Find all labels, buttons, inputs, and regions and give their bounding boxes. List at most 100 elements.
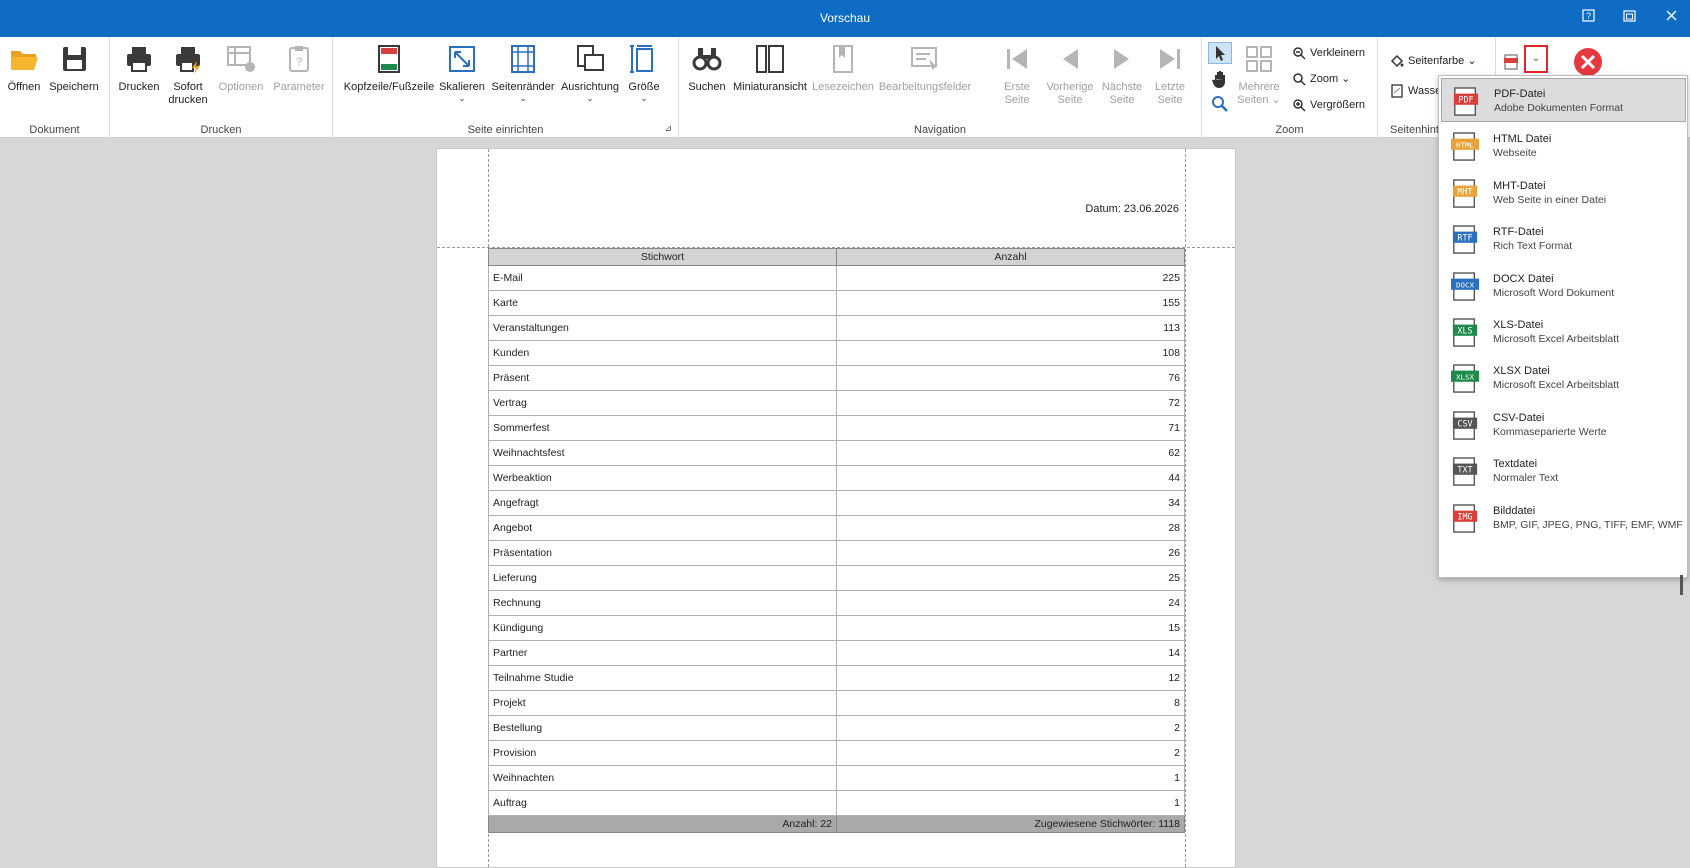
- scrollbar-thumb[interactable]: [1680, 575, 1683, 595]
- table-row: Weihnachten 1: [488, 765, 1185, 791]
- watermark-icon: [1391, 84, 1403, 98]
- count-cell: 8: [836, 690, 1185, 716]
- previous-page-icon: [1063, 49, 1078, 69]
- header-footer-icon: [378, 45, 400, 73]
- rtf-file-icon: RTF: [1452, 225, 1478, 254]
- export-item-xlsx[interactable]: XLSX XLSX Datei Microsoft Excel Arbeitsbla…: [1441, 356, 1686, 400]
- watermark-button[interactable]: Wasse: [1390, 81, 1441, 101]
- count-cell: 12: [836, 665, 1185, 691]
- close-preview-button[interactable]: [1573, 47, 1603, 77]
- previous-page-button[interactable]: Vorherige Seite: [1044, 43, 1096, 107]
- last-page-button[interactable]: Letzte Seite: [1148, 43, 1192, 107]
- count-cell: 28: [836, 515, 1185, 541]
- table-row: Weihnachtsfest 62: [488, 440, 1185, 466]
- export-item-csv[interactable]: CSV CSV-Datei Kommaseparierte Werte: [1441, 403, 1686, 447]
- margin-guide-right: [1185, 149, 1186, 867]
- group-label-zoom: Zoom: [1275, 124, 1304, 136]
- report-table: Stichwort Anzahl E-Mail 225 Karte 155 Verans…: [488, 248, 1185, 833]
- table-row: Sommerfest 71: [488, 415, 1185, 441]
- bookmarks-button[interactable]: Lesezeichen: [812, 43, 874, 94]
- help-icon[interactable]: ?: [1578, 8, 1598, 28]
- export-item-xls[interactable]: XLS XLS-Datei Microsoft Excel Arbeitsblatt: [1441, 310, 1686, 354]
- table-row: Teilnahme Studie 12: [488, 665, 1185, 691]
- group-drucken: Drucken Sofort drucken Optionen ? Parame…: [110, 37, 333, 138]
- pointer-tool-button[interactable]: [1208, 42, 1232, 64]
- keyword-cell: Partner: [488, 640, 837, 666]
- print-button[interactable]: Drucken: [116, 43, 162, 94]
- count-cell: 14: [836, 640, 1185, 666]
- xlsx-file-icon: XLSX: [1451, 364, 1479, 394]
- export-item-pdf[interactable]: PDF PDF-Datei Adobe Dokumenten Format: [1441, 78, 1686, 122]
- keyword-cell: Bestellung: [488, 715, 837, 741]
- header-footer-button[interactable]: Kopfzeile/Fußzeile: [343, 43, 435, 94]
- next-page-button[interactable]: Nächste Seite: [1099, 43, 1145, 107]
- chevron-down-icon: ⌄: [640, 93, 648, 103]
- keyword-cell: Präsent: [488, 365, 837, 391]
- keyword-cell: Projekt: [488, 690, 837, 716]
- page-color-button[interactable]: Seitenfarbe ⌄: [1390, 51, 1477, 71]
- save-button[interactable]: Speichern: [48, 43, 100, 94]
- export-item-txt[interactable]: TXT Textdatei Normaler Text: [1441, 449, 1686, 493]
- paint-bucket-icon: [1390, 55, 1404, 68]
- mht-file-icon: MHT: [1452, 179, 1478, 208]
- svg-text:IMG: IMG: [1457, 511, 1472, 521]
- export-item-subtitle: Adobe Dokumenten Format: [1494, 102, 1623, 114]
- restore-window-icon[interactable]: [1619, 8, 1639, 28]
- svg-text:PDF: PDF: [1458, 94, 1473, 104]
- keyword-cell: Präsentation: [488, 540, 837, 566]
- export-item-img[interactable]: IMG Bilddatei BMP, GIF, JPEG, PNG, TIFF, E…: [1441, 496, 1686, 540]
- size-button[interactable]: Größe ⌄: [624, 43, 664, 103]
- svg-text:CSV: CSV: [1457, 418, 1472, 428]
- export-item-title: MHT-Datei: [1493, 179, 1546, 192]
- group-zoom: Mehrere Seiten ⌄ Verkleinern Zoom ⌄ Vergr…: [1202, 37, 1378, 138]
- parameters-button[interactable]: ? Parameter: [270, 43, 328, 94]
- margins-icon: [511, 45, 535, 73]
- export-item-title: PDF-Datei: [1494, 88, 1546, 100]
- thumbnails-button[interactable]: Miniaturansicht: [732, 43, 808, 94]
- export-item-mht[interactable]: MHT MHT-Datei Web Seite in einer Datei: [1441, 171, 1686, 215]
- options-button[interactable]: Optionen: [214, 43, 268, 94]
- orientation-button[interactable]: Ausrichtung ⌄: [559, 43, 621, 103]
- table-row: Provision 2: [488, 740, 1185, 766]
- keyword-cell: Teilnahme Studie: [488, 665, 837, 691]
- search-button[interactable]: Suchen: [685, 43, 729, 94]
- magnifier-tool-button[interactable]: [1210, 94, 1232, 116]
- edit-fields-icon: [911, 47, 937, 71]
- hand-tool-button[interactable]: [1210, 68, 1232, 90]
- export-item-rtf[interactable]: RTF RTF-Datei Rich Text Format: [1441, 217, 1686, 261]
- table-row: Vertrag 72: [488, 390, 1185, 416]
- export-item-docx[interactable]: DOCX DOCX Datei Microsoft Word Dokument: [1441, 264, 1686, 308]
- margins-button[interactable]: Seitenränder ⌄: [490, 43, 556, 103]
- svg-text:TXT: TXT: [1457, 465, 1472, 475]
- export-button[interactable]: [1502, 53, 1520, 73]
- zoom-out-button[interactable]: Verkleinern: [1292, 43, 1365, 63]
- close-window-icon[interactable]: [1661, 8, 1681, 28]
- ribbon: Öffnen Speichern Dokument Drucken Sofort…: [0, 37, 1690, 138]
- group-label-navigation: Navigation: [914, 124, 966, 136]
- export-dropdown-toggle[interactable]: ⌄: [1524, 45, 1548, 73]
- zoom-in-button[interactable]: Vergrößern: [1292, 95, 1365, 115]
- keyword-cell: Angefragt: [488, 490, 837, 516]
- bookmark-icon: [833, 45, 853, 73]
- table-row: Rechnung 24: [488, 590, 1185, 616]
- dialog-launcher-icon[interactable]: ⊿: [664, 123, 672, 134]
- first-page-button[interactable]: Erste Seite: [997, 43, 1037, 107]
- scale-button[interactable]: Skalieren ⌄: [437, 43, 487, 103]
- keyword-cell: Weihnachten: [488, 765, 837, 791]
- zoom-dropdown[interactable]: Zoom ⌄: [1292, 69, 1350, 89]
- quick-print-button[interactable]: Sofort drucken: [165, 43, 211, 107]
- count-cell: 34: [836, 490, 1185, 516]
- group-seite-einrichten: Kopfzeile/Fußzeile Skalieren ⌄ Seitenrän…: [333, 37, 679, 138]
- multiple-pages-button[interactable]: Mehrere Seiten ⌄: [1234, 43, 1284, 107]
- open-button[interactable]: Öffnen: [4, 43, 44, 94]
- edit-fields-button[interactable]: Bearbeitungsfelder: [877, 43, 973, 94]
- count-cell: 62: [836, 440, 1185, 466]
- zoom-icon: [1293, 73, 1306, 86]
- export-item-subtitle: BMP, GIF, JPEG, PNG, TIFF, EMF, WMF: [1493, 518, 1683, 531]
- chevron-down-icon: ⌄: [1531, 53, 1541, 64]
- export-item-subtitle: Microsoft Word Dokument: [1493, 286, 1615, 299]
- scale-icon: [449, 46, 475, 72]
- export-item-html[interactable]: HTML HTML Datei Webseite: [1441, 124, 1686, 168]
- export-item-title: XLS-Datei: [1493, 319, 1544, 331]
- count-cell: 2: [836, 740, 1185, 766]
